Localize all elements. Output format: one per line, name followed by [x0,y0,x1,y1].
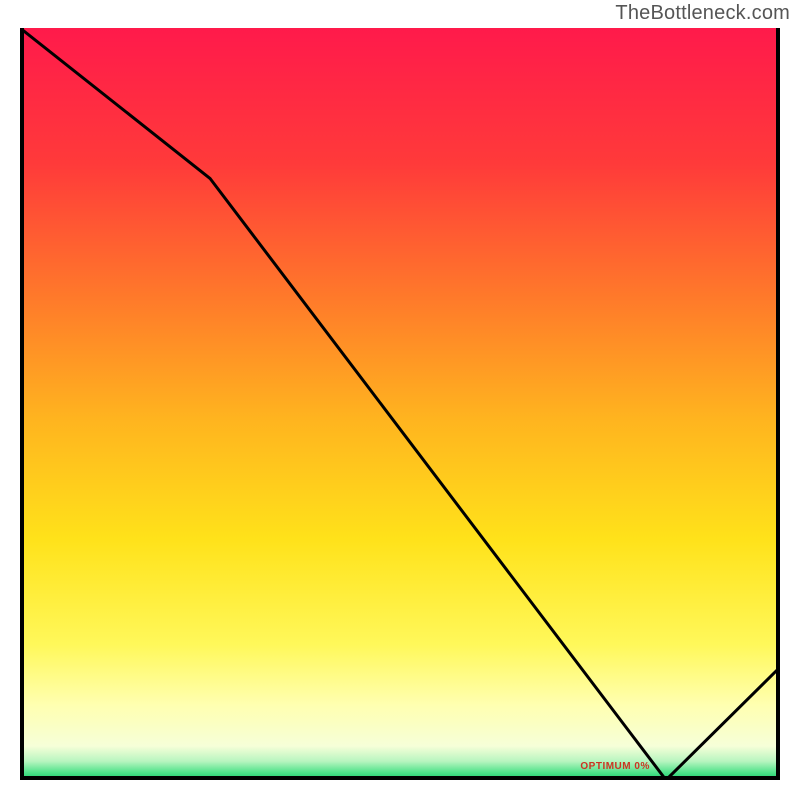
chart-container: TheBottleneck.com OPTIMUM 0% [0,0,800,800]
optimum-label: OPTIMUM 0% [580,761,649,772]
plot-frame [20,28,780,780]
attribution-text: TheBottleneck.com [615,2,790,25]
